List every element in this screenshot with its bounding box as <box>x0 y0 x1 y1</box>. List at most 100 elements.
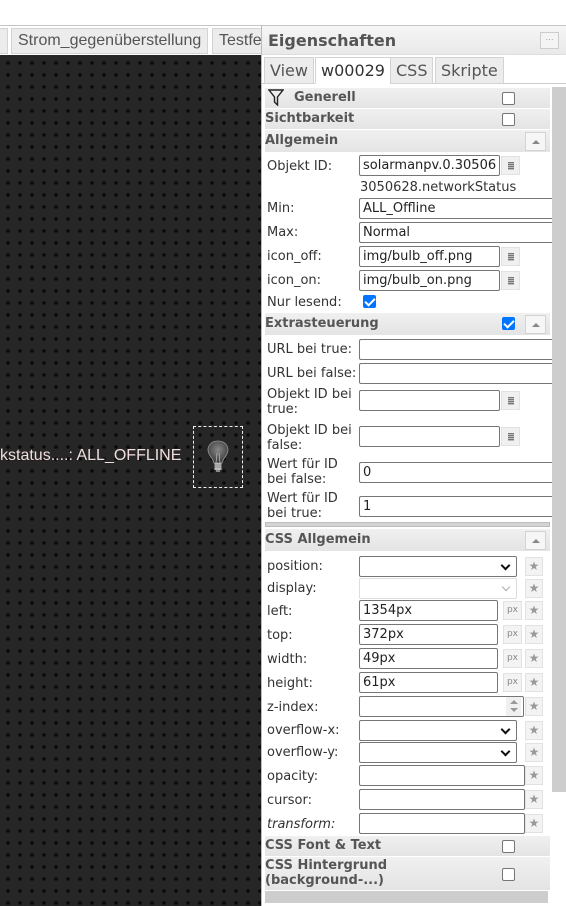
transform-star-button[interactable]: ★ <box>525 814 543 833</box>
width-input[interactable]: 49px <box>359 648 498 669</box>
group-css-allgemein[interactable]: CSS Allgemein <box>265 529 550 551</box>
icon-off-select-button[interactable] <box>501 247 520 266</box>
tab-view[interactable]: View <box>264 57 314 84</box>
min-label: Min: <box>267 201 295 216</box>
icon-off-label: icon_off: <box>267 249 322 264</box>
oid-true-select-button[interactable] <box>501 391 520 410</box>
z-index-star-button[interactable]: ★ <box>525 697 543 716</box>
left-input[interactable]: 1354px <box>359 600 498 621</box>
url-true-input[interactable] <box>359 339 552 360</box>
icon-off-input[interactable]: img/bulb_off.png <box>359 246 500 267</box>
left-unit-button[interactable]: px <box>503 601 522 620</box>
display-label: display: <box>267 581 317 596</box>
view-tab-testfe[interactable]: Testfe <box>212 28 262 54</box>
oid-false-label-line2: false: <box>267 438 303 453</box>
height-unit-button[interactable]: px <box>503 673 522 692</box>
oid-false-label-line1: Objekt ID bei <box>267 423 352 438</box>
overflow-y-label: overflow-y: <box>267 745 339 760</box>
overflow-x-star-button[interactable]: ★ <box>525 721 543 740</box>
wert-true-label-line1: Wert für ID <box>267 491 338 506</box>
display-select[interactable] <box>359 578 517 599</box>
wert-true-input[interactable]: 1 <box>359 496 552 517</box>
wert-false-label-line2: bei false: <box>267 472 327 487</box>
tab-widget[interactable]: w00029 <box>315 57 391 84</box>
nur-lesend-label: Nur lesend: <box>267 295 342 310</box>
overflow-x-select[interactable] <box>359 720 517 741</box>
top-unit-button[interactable]: px <box>503 625 522 644</box>
cursor-input[interactable] <box>359 789 525 810</box>
group-css-hintergrund-label-line1: CSS Hintergrund <box>265 858 388 873</box>
group-extrasteuerung-collapse-button[interactable] <box>525 315 546 334</box>
display-star-button[interactable]: ★ <box>525 579 543 598</box>
position-star-button[interactable]: ★ <box>525 557 543 576</box>
top-star-button[interactable]: ★ <box>525 625 543 644</box>
transform-input[interactable] <box>359 813 525 834</box>
group-css-hintergrund-checkbox[interactable] <box>502 868 515 881</box>
position-label: position: <box>267 559 323 574</box>
tab-css[interactable]: CSS <box>390 57 434 84</box>
network-status-text-widget[interactable]: kstatus....: ALL_OFFLINE <box>0 447 181 465</box>
group-extrasteuerung-checkbox[interactable] <box>502 317 515 330</box>
opacity-input[interactable] <box>359 765 525 786</box>
url-false-input[interactable] <box>359 363 552 384</box>
opacity-label: opacity: <box>267 769 319 784</box>
vertical-scrollbar[interactable] <box>552 87 566 792</box>
objekt-id-select-button[interactable] <box>501 156 520 175</box>
group-generell-label: Generell <box>294 90 356 105</box>
group-extrasteuerung-label: Extrasteuerung <box>265 316 379 331</box>
max-input[interactable]: Normal <box>359 222 552 243</box>
transform-label: transform: <box>267 817 336 832</box>
z-index-spinner[interactable] <box>506 697 521 716</box>
panel-tabs: View w00029 CSS Skripte <box>262 56 566 84</box>
properties-scroll-area: Generell Sichtbarkeit Allgemein Objekt I… <box>262 85 566 906</box>
group-sichtbarkeit-checkbox[interactable] <box>502 113 515 126</box>
wert-false-label-line1: Wert für ID <box>267 457 338 472</box>
view-tab-strom-gegenueberstellung[interactable]: Strom_gegenüberstellung <box>11 28 209 54</box>
group-allgemein-label: Allgemein <box>265 133 339 148</box>
view-tab-previous[interactable] <box>0 28 8 54</box>
wert-false-input[interactable]: 0 <box>359 462 552 483</box>
cursor-star-button[interactable]: ★ <box>525 790 543 809</box>
height-input[interactable]: 61px <box>359 672 498 693</box>
properties-panel: Eigenschaften ⋯ View w00029 CSS Skripte … <box>261 25 566 906</box>
group-css-hintergrund-label-line2: (background-...) <box>265 873 384 888</box>
overflow-y-select[interactable] <box>359 742 517 763</box>
panel-menu-button[interactable]: ⋯ <box>540 32 559 49</box>
group-css-font-text-checkbox[interactable] <box>502 840 515 853</box>
section-divider <box>265 522 550 527</box>
panel-title: Eigenschaften <box>268 31 397 50</box>
z-index-input[interactable] <box>359 696 524 717</box>
left-star-button[interactable]: ★ <box>525 601 543 620</box>
oid-false-select-button[interactable] <box>501 427 520 446</box>
oid-false-input[interactable] <box>359 426 500 447</box>
icon-on-select-button[interactable] <box>501 271 520 290</box>
group-allgemein-collapse-button[interactable] <box>525 132 546 151</box>
horizontal-scrollbar[interactable] <box>265 891 548 903</box>
group-allgemein[interactable]: Allgemein <box>265 130 550 152</box>
min-input[interactable]: ALL_Offline <box>359 198 552 219</box>
opacity-star-button[interactable]: ★ <box>525 766 543 785</box>
group-css-allgemein-label: CSS Allgemein <box>265 532 371 547</box>
panel-header: Eigenschaften ⋯ <box>262 26 566 55</box>
max-label: Max: <box>267 225 299 240</box>
nur-lesend-checkbox[interactable] <box>363 295 376 308</box>
view-tab-bar: Strom_gegenüberstellung Testfe <box>0 25 262 55</box>
group-css-allgemein-collapse-button[interactable] <box>525 531 546 550</box>
filter-icon[interactable] <box>268 89 284 106</box>
position-select[interactable] <box>359 556 517 577</box>
height-star-button[interactable]: ★ <box>525 673 543 692</box>
wert-true-label-line2: bei true: <box>267 506 323 521</box>
url-false-label: URL bei false: <box>267 366 357 381</box>
top-input[interactable]: 372px <box>359 624 498 645</box>
width-unit-button[interactable]: px <box>503 649 522 668</box>
oid-true-input[interactable] <box>359 390 500 411</box>
group-generell-checkbox[interactable] <box>502 92 515 105</box>
overflow-y-star-button[interactable]: ★ <box>525 743 543 762</box>
width-star-button[interactable]: ★ <box>525 649 543 668</box>
icon-on-input[interactable]: img/bulb_on.png <box>359 270 500 291</box>
selected-bulb-widget[interactable] <box>193 426 243 488</box>
objekt-id-full-suffix: 3050628.networkStatus <box>360 180 517 195</box>
tab-skripte[interactable]: Skripte <box>435 57 504 84</box>
objekt-id-input[interactable]: solarmanpv.0.30506 <box>359 155 500 176</box>
top-label: top: <box>267 628 293 643</box>
